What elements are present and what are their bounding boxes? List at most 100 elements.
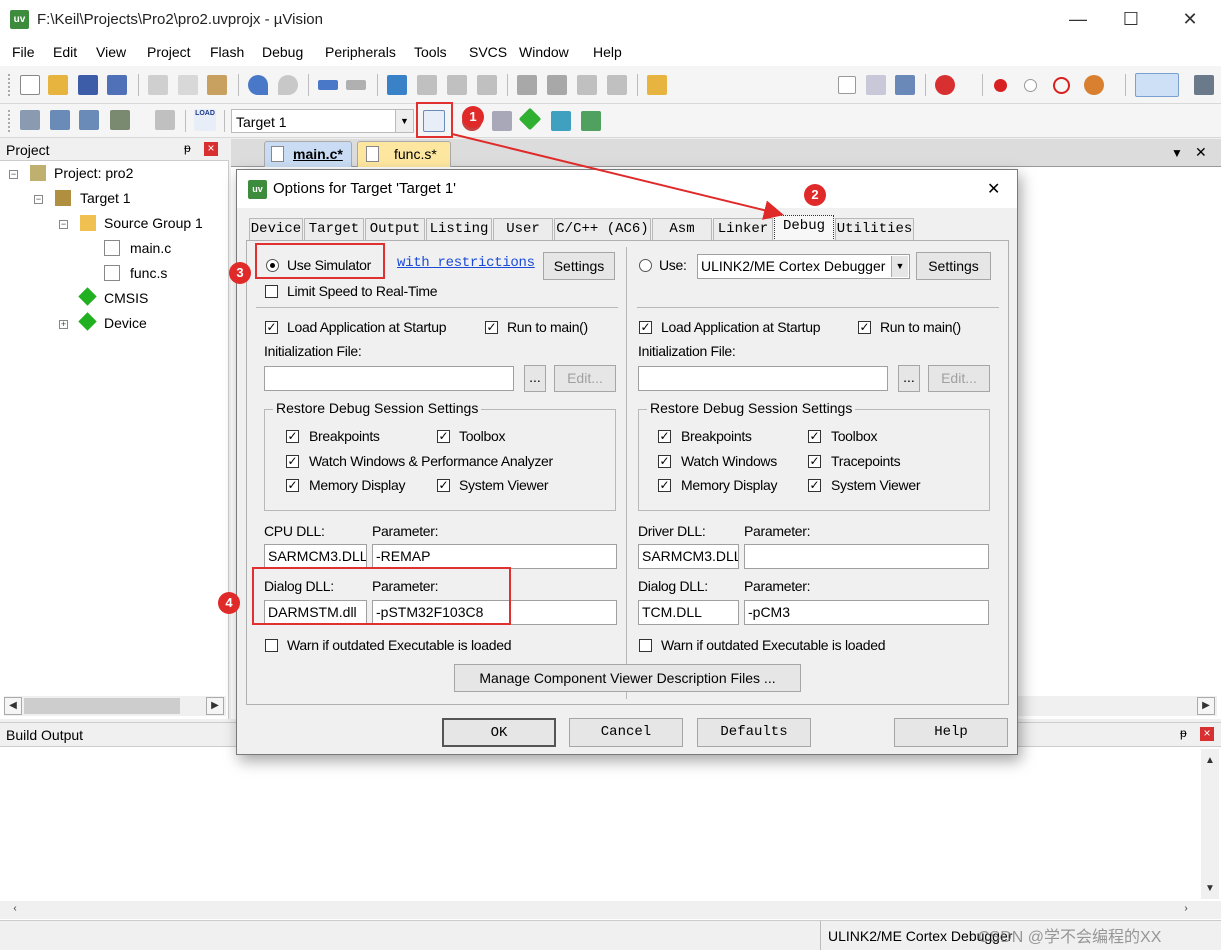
tab-debug[interactable]: Debug <box>774 215 834 241</box>
close-panel-icon[interactable]: × <box>1200 727 1214 741</box>
translate-icon[interactable] <box>20 110 40 130</box>
cpu-dll-input[interactable]: SARMCM3.DLL <box>264 544 367 569</box>
driver-param-input[interactable] <box>744 544 989 569</box>
expand-icon[interactable]: + <box>59 320 68 329</box>
tab-listing[interactable]: Listing <box>426 218 492 240</box>
select-packs-icon[interactable] <box>551 111 571 131</box>
edit-init-file-button[interactable]: Edit... <box>928 365 990 392</box>
help-button[interactable]: Help <box>894 718 1008 747</box>
toolbox-checkbox[interactable]: ✓ <box>437 430 450 443</box>
tab-func-s[interactable]: func.s* <box>357 141 451 167</box>
build-icon[interactable] <box>50 110 70 130</box>
run-to-main-checkbox[interactable]: ✓ <box>485 321 498 334</box>
breakpoints-checkbox[interactable]: ✓ <box>658 430 671 443</box>
toolbar-grip-icon[interactable] <box>8 110 12 132</box>
batch-build-icon[interactable] <box>110 110 130 130</box>
tracepoints-checkbox[interactable]: ✓ <box>808 455 821 468</box>
breakpoints-checkbox[interactable]: ✓ <box>286 430 299 443</box>
incremental-find-icon[interactable] <box>895 75 915 95</box>
insert-breakpoint-icon[interactable] <box>994 79 1007 92</box>
warn-outdated-checkbox[interactable] <box>639 639 652 652</box>
tab-cpp[interactable]: C/C++ (AC6) <box>554 218 651 240</box>
tree-device[interactable]: Device <box>104 315 147 331</box>
stop-build-icon[interactable] <box>155 110 175 130</box>
project-hscrollbar[interactable]: ◀ ▶ <box>4 696 226 716</box>
tab-utilities[interactable]: Utilities <box>835 218 914 240</box>
comment-icon[interactable] <box>577 75 597 95</box>
tab-device[interactable]: Device <box>249 218 303 240</box>
dialog-param-input[interactable]: -pCM3 <box>744 600 989 625</box>
ok-button[interactable]: OK <box>442 718 556 747</box>
menu-window[interactable]: Window <box>519 44 569 60</box>
unindent-icon[interactable] <box>547 75 567 95</box>
menu-file[interactable]: File <box>12 44 35 60</box>
menu-view[interactable]: View <box>96 44 126 60</box>
enable-breakpoint-icon[interactable] <box>1024 79 1037 92</box>
find-in-files-icon[interactable] <box>647 75 667 95</box>
scroll-right-icon[interactable]: ▶ <box>1197 697 1215 715</box>
watch-windows-checkbox[interactable]: ✓ <box>286 455 299 468</box>
limit-speed-checkbox[interactable] <box>265 285 278 298</box>
debug-session-icon[interactable] <box>935 75 955 95</box>
paste-icon[interactable] <box>207 75 227 95</box>
system-viewer-checkbox[interactable]: ✓ <box>808 479 821 492</box>
close-panel-icon[interactable]: × <box>204 142 218 156</box>
run-to-main-checkbox[interactable]: ✓ <box>858 321 871 334</box>
close-window-button[interactable]: ✕ <box>1164 0 1216 40</box>
system-viewer-checkbox[interactable]: ✓ <box>437 479 450 492</box>
load-app-checkbox[interactable]: ✓ <box>639 321 652 334</box>
tree-project[interactable]: Project: pro2 <box>54 165 133 181</box>
warn-outdated-checkbox[interactable] <box>265 639 278 652</box>
pin-icon[interactable]: ᵽ <box>184 141 191 155</box>
init-file-input[interactable] <box>638 366 888 391</box>
editor-hscrollbar[interactable]: ▶ <box>1001 696 1217 716</box>
tree-file-main[interactable]: main.c <box>130 240 171 256</box>
scroll-right-icon[interactable]: › <box>1177 901 1195 919</box>
tab-user[interactable]: User <box>493 218 553 240</box>
prev-bookmark-icon[interactable] <box>417 75 437 95</box>
file-extensions-icon[interactable] <box>492 111 512 131</box>
pack-installer-icon[interactable] <box>581 111 601 131</box>
watch-windows-checkbox[interactable]: ✓ <box>658 455 671 468</box>
indent-icon[interactable] <box>517 75 537 95</box>
configure-tools-icon[interactable] <box>1194 75 1214 95</box>
manage-component-viewer-button[interactable]: Manage Component Viewer Description File… <box>454 664 801 692</box>
scroll-left-icon[interactable]: ◀ <box>4 697 22 715</box>
scroll-left-icon[interactable]: ‹ <box>6 901 24 919</box>
simulator-settings-button[interactable]: Settings <box>543 252 615 280</box>
init-file-input[interactable] <box>264 366 514 391</box>
toolbox-checkbox[interactable]: ✓ <box>808 430 821 443</box>
defaults-button[interactable]: Defaults <box>697 718 811 747</box>
tab-linker[interactable]: Linker <box>713 218 773 240</box>
bookmark-icon[interactable] <box>387 75 407 95</box>
debugger-select[interactable]: ULINK2/ME Cortex Debugger ▼ <box>697 254 910 279</box>
browse-init-file-button[interactable]: ... <box>524 365 546 392</box>
find-combo-icon[interactable] <box>838 76 856 94</box>
menu-project[interactable]: Project <box>147 44 191 60</box>
disable-breakpoints-icon[interactable] <box>1053 77 1070 94</box>
new-file-icon[interactable] <box>20 75 40 95</box>
copy-icon[interactable] <box>178 75 198 95</box>
use-debugger-label[interactable]: Use: <box>659 257 687 273</box>
tab-target[interactable]: Target <box>304 218 364 240</box>
next-bookmark-icon[interactable] <box>447 75 467 95</box>
menu-tools[interactable]: Tools <box>414 44 447 60</box>
close-tab-icon[interactable]: ✕ <box>1195 144 1207 161</box>
maximize-button[interactable]: ☐ <box>1105 0 1157 40</box>
open-file-icon[interactable] <box>48 75 68 95</box>
tab-asm[interactable]: Asm <box>652 218 712 240</box>
tab-main-c[interactable]: main.c* <box>264 141 352 167</box>
collapse-icon[interactable]: − <box>9 170 18 179</box>
rebuild-icon[interactable] <box>79 110 99 130</box>
nav-back-icon[interactable] <box>318 80 338 90</box>
cancel-button[interactable]: Cancel <box>569 718 683 747</box>
window-layout-icon[interactable] <box>1135 73 1179 97</box>
browse-init-file-button[interactable]: ... <box>898 365 920 392</box>
save-icon[interactable] <box>78 75 98 95</box>
driver-dll-input[interactable]: SARMCM3.DLL <box>638 544 739 569</box>
save-all-icon[interactable] <box>107 75 127 95</box>
nav-forward-icon[interactable] <box>346 80 366 90</box>
with-restrictions-link[interactable]: with restrictions <box>397 255 535 271</box>
build-output-hscrollbar[interactable]: ‹ › <box>0 901 1221 919</box>
kill-breakpoints-icon[interactable] <box>1084 75 1104 95</box>
